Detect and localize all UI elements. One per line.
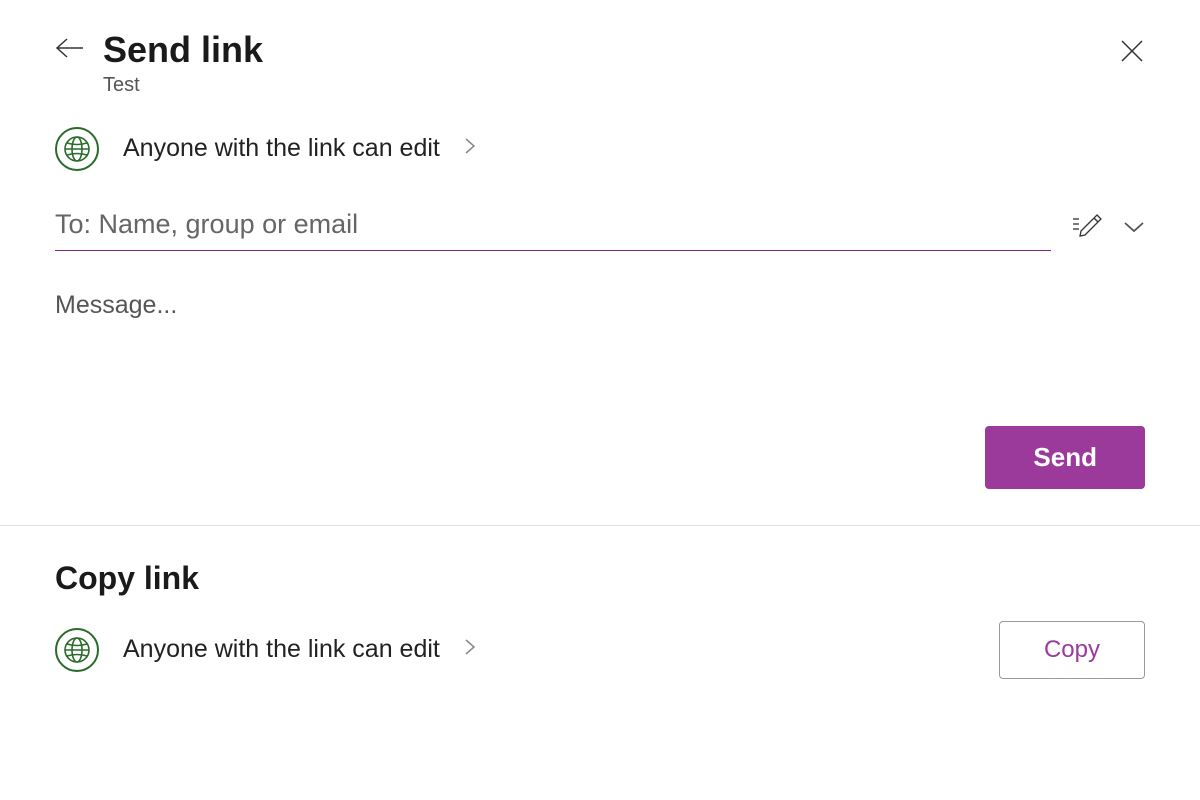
recipients-options-button[interactable] bbox=[1123, 220, 1145, 234]
permission-text: Anyone with the link can edit bbox=[123, 134, 440, 163]
title-block: Send link Test bbox=[103, 30, 263, 97]
copy-link-row: Anyone with the link can edit Copy bbox=[55, 621, 1145, 679]
globe-icon bbox=[63, 636, 91, 664]
copy-link-title: Copy link bbox=[55, 560, 1145, 597]
recipients-row bbox=[55, 203, 1145, 251]
permission-chevron bbox=[464, 137, 476, 160]
permission-settings-row[interactable]: Anyone with the link can edit bbox=[55, 127, 1145, 171]
dialog-subtitle: Test bbox=[103, 74, 263, 97]
pencil-list-icon bbox=[1071, 211, 1103, 243]
edit-pencil-button[interactable] bbox=[1071, 211, 1103, 243]
arrow-left-icon bbox=[55, 36, 85, 60]
dialog-title: Send link bbox=[103, 30, 263, 70]
send-link-dialog: Send link Test Anyone with the link can … bbox=[0, 0, 1200, 679]
copy-permission-row[interactable]: Anyone with the link can edit bbox=[55, 628, 476, 672]
close-icon bbox=[1119, 38, 1145, 64]
send-row: Send bbox=[55, 426, 1145, 489]
chevron-right-icon bbox=[464, 638, 476, 656]
chevron-right-icon bbox=[464, 137, 476, 155]
dialog-header: Send link Test bbox=[55, 30, 1145, 97]
send-button[interactable]: Send bbox=[985, 426, 1145, 489]
close-button[interactable] bbox=[1119, 38, 1145, 69]
message-input[interactable] bbox=[55, 291, 1145, 411]
back-button[interactable] bbox=[55, 36, 85, 60]
copy-button[interactable]: Copy bbox=[999, 621, 1145, 679]
recipients-input[interactable] bbox=[55, 203, 1051, 251]
section-divider bbox=[0, 525, 1200, 526]
globe-badge bbox=[55, 628, 99, 672]
chevron-down-icon bbox=[1123, 220, 1145, 234]
copy-permission-chevron bbox=[464, 638, 476, 661]
copy-permission-text: Anyone with the link can edit bbox=[123, 635, 440, 664]
globe-badge bbox=[55, 127, 99, 171]
globe-icon bbox=[63, 135, 91, 163]
